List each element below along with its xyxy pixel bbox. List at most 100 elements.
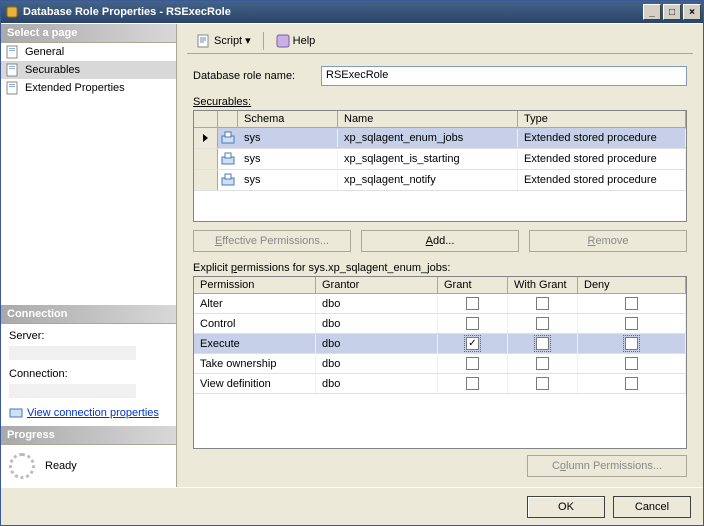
checkbox[interactable] [466,297,479,310]
nav-item-general[interactable]: General [1,43,176,61]
securables-header: Schema Name Type [194,111,686,128]
window: Database Role Properties - RSExecRole _ … [0,0,704,526]
checkbox[interactable] [536,357,549,370]
cell-permission: View definition [194,375,316,393]
permission-row[interactable]: Executedbo [194,334,686,354]
cell-grantor: dbo [316,335,438,353]
checkbox[interactable] [466,357,479,370]
cell-schema: sys [238,150,338,168]
progress-spinner-icon [9,453,35,479]
help-button[interactable]: Help [272,32,320,50]
column-permissions-button[interactable]: Column Permissions... [527,455,687,477]
help-icon [276,34,290,48]
permission-row[interactable]: View definitiondbo [194,374,686,394]
cell-grantor: dbo [316,355,438,373]
securables-row[interactable]: sysxp_sqlagent_enum_jobsExtended stored … [194,128,686,149]
permissions-header: Permission Grantor Grant With Grant Deny [194,277,686,294]
progress-status: Ready [45,460,77,472]
view-connection-text: View connection properties [27,407,159,419]
window-controls: _ □ × [643,4,701,20]
ok-button[interactable]: OK [527,496,605,518]
permission-row[interactable]: Take ownershipdbo [194,354,686,374]
close-button[interactable]: × [683,4,701,20]
object-icon [218,170,238,190]
dropdown-arrow-icon: ▾ [245,34,251,47]
connection-label: Connection: [9,368,168,380]
col-schema[interactable]: Schema [238,111,338,127]
effective-permissions-button[interactable]: Effective Permissions... [193,230,351,252]
script-icon [197,34,211,48]
server-value [9,346,136,360]
maximize-button[interactable]: □ [663,4,681,20]
progress-section: Ready [1,445,176,487]
cell-permission: Execute [194,335,316,353]
checkbox[interactable] [625,297,638,310]
cell-permission: Take ownership [194,355,316,373]
nav-label: Extended Properties [25,82,125,94]
cell-grantor: dbo [316,295,438,313]
checkbox[interactable] [536,297,549,310]
cell-type: Extended stored procedure [518,171,686,189]
nav-item-securables[interactable]: Securables [1,61,176,79]
role-name-row: Database role name: RSExecRole [193,66,687,86]
object-icon [218,149,238,169]
checkbox[interactable] [466,337,479,350]
page-nav: General Securables Extended Properties [1,43,176,97]
main-pane: Script ▾ Help Database role name: RSExec… [177,24,703,487]
window-title: Database Role Properties - RSExecRole [23,6,643,18]
securables-row[interactable]: sysxp_sqlagent_is_startingExtended store… [194,149,686,170]
col-permission[interactable]: Permission [194,277,316,293]
securables-row[interactable]: sysxp_sqlagent_notifyExtended stored pro… [194,170,686,191]
connection-icon [9,406,23,420]
server-label: Server: [9,330,168,342]
permission-row[interactable]: Alterdbo [194,294,686,314]
row-header [194,170,218,190]
checkbox[interactable] [625,377,638,390]
select-page-header: Select a page [1,24,176,43]
nav-item-extended[interactable]: Extended Properties [1,79,176,97]
cell-permission: Alter [194,295,316,313]
col-type[interactable]: Type [518,111,686,127]
checkbox[interactable] [466,377,479,390]
page-icon [5,63,21,77]
dialog-footer: OK Cancel [1,487,703,525]
col-deny[interactable]: Deny [578,277,686,293]
connection-section: Server: Connection: View connection prop… [1,324,176,426]
script-button[interactable]: Script ▾ [193,32,255,50]
row-header [194,128,218,148]
checkbox[interactable] [536,377,549,390]
col-grantor[interactable]: Grantor [316,277,438,293]
cancel-button[interactable]: Cancel [613,496,691,518]
checkbox[interactable] [625,357,638,370]
checkbox[interactable] [625,337,638,350]
permission-row[interactable]: Controldbo [194,314,686,334]
nav-label: Securables [25,64,80,76]
left-pane: Select a page General Securables Extende… [1,24,177,487]
cell-name: xp_sqlagent_is_starting [338,150,518,168]
add-button[interactable]: Add... [361,230,519,252]
toolbar: Script ▾ Help [187,28,693,54]
explicit-permissions-label: Explicit permissions for sys.xp_sqlagent… [193,262,687,274]
titlebar: Database Role Properties - RSExecRole _ … [1,1,703,23]
content: Database role name: RSExecRole Securable… [187,54,693,477]
nav-label: General [25,46,64,58]
col-grant[interactable]: Grant [438,277,508,293]
col-withgrant[interactable]: With Grant [508,277,578,293]
window-body: Select a page General Securables Extende… [1,23,703,487]
minimize-button[interactable]: _ [643,4,661,20]
toolbar-separator [263,32,264,50]
checkbox[interactable] [466,317,479,330]
app-icon [5,5,19,19]
remove-button[interactable]: Remove [529,230,687,252]
securables-grid[interactable]: Schema Name Type sysxp_sqlagent_enum_job… [193,110,687,222]
role-name-input[interactable]: RSExecRole [321,66,687,86]
checkbox[interactable] [625,317,638,330]
cell-type: Extended stored procedure [518,150,686,168]
help-label: Help [293,35,316,47]
view-connection-link[interactable]: View connection properties [9,406,168,420]
checkbox[interactable] [536,317,549,330]
checkbox[interactable] [536,337,549,350]
col-name[interactable]: Name [338,111,518,127]
permissions-grid[interactable]: Permission Grantor Grant With Grant Deny… [193,276,687,449]
cell-name: xp_sqlagent_notify [338,171,518,189]
